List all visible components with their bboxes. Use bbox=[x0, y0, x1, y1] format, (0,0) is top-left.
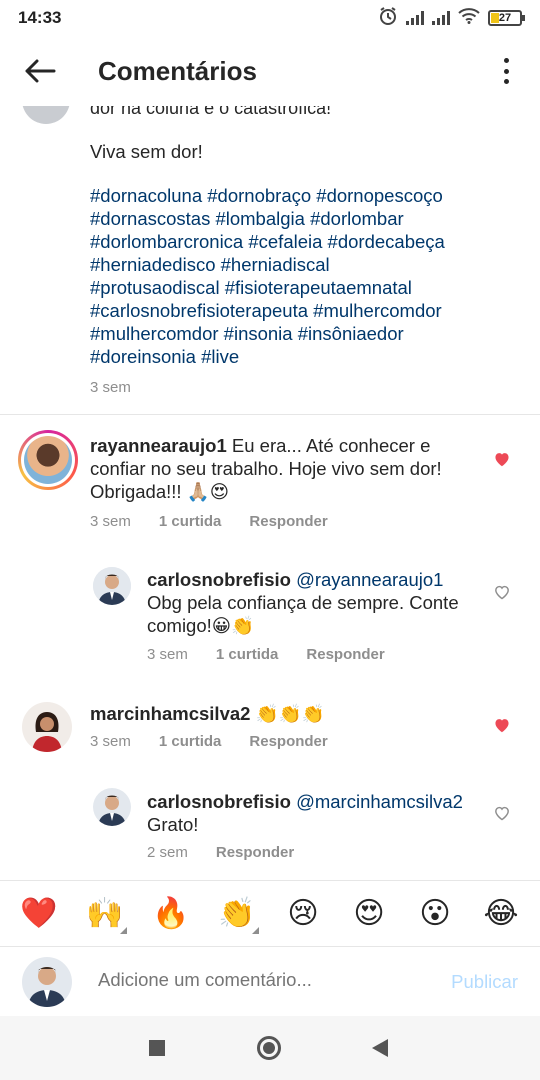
avatar[interactable] bbox=[22, 106, 70, 124]
heart-outline-icon[interactable] bbox=[493, 805, 511, 821]
status-icons: 27 bbox=[378, 6, 525, 31]
more-options-button[interactable] bbox=[502, 58, 510, 84]
comments-list[interactable]: dor na coluna é o catastrófica! Viva sem… bbox=[0, 106, 540, 880]
likes-count[interactable]: 1 curtida bbox=[216, 646, 279, 663]
comment-text-line: Obg pela confiança de sempre. Conte bbox=[147, 592, 459, 613]
emoji-heart-eyes[interactable]: 😍 bbox=[341, 886, 397, 942]
emoji-raising-hands[interactable]: 🙌 bbox=[77, 886, 133, 942]
comment-text-line: confiar no seu trabalho. Hoje vivo sem d… bbox=[90, 458, 442, 479]
emoji-crying[interactable]: 😢 bbox=[275, 886, 331, 942]
nav-back-button[interactable] bbox=[372, 1039, 388, 1057]
comment-username[interactable]: marcinhamcsilva2 bbox=[90, 703, 250, 724]
comment-meta: 3 sem 1 curtida Responder bbox=[147, 646, 385, 663]
reply-button[interactable]: Responder bbox=[249, 513, 327, 530]
comment-username[interactable]: carlosnobrefisio bbox=[147, 569, 291, 590]
comment-text-line: Grato! bbox=[147, 814, 199, 835]
wifi-icon bbox=[458, 7, 480, 29]
status-time: 14:33 bbox=[18, 8, 62, 27]
emoji-laughing[interactable]: 😂 bbox=[473, 886, 529, 942]
avatar-current-user bbox=[22, 957, 72, 1007]
emoji-clapping[interactable]: 👏 bbox=[209, 886, 265, 942]
mention-link[interactable]: @rayannearaujo1 bbox=[291, 569, 443, 590]
hashtag-line[interactable]: #herniadedisco #herniadiscal bbox=[90, 253, 510, 276]
hashtag-line[interactable]: #doreinsonia #live bbox=[90, 345, 510, 368]
arrow-left-icon bbox=[25, 59, 56, 83]
comment-text-line: 👏👏👏 bbox=[250, 703, 325, 724]
caption-cut-line: dor na coluna é o catastrófica! bbox=[90, 106, 332, 118]
emoji-clapping-glyph: 👏 bbox=[218, 896, 256, 931]
reply-body: carlosnobrefisio @rayannearaujo1 Obg pel… bbox=[147, 568, 487, 637]
comment-meta: 3 sem 1 curtida Responder bbox=[90, 513, 328, 530]
hashtag-list: #dornacoluna #dornobraço #dornopescoço #… bbox=[90, 184, 510, 368]
battery-level: 27 bbox=[498, 12, 512, 24]
timestamp: 3 sem bbox=[147, 646, 188, 663]
heart-outline-icon[interactable] bbox=[493, 584, 511, 600]
page-title: Comentários bbox=[98, 55, 257, 86]
publish-button[interactable]: Publicar bbox=[451, 971, 518, 993]
heart-filled-icon[interactable] bbox=[493, 717, 511, 733]
signal-icon bbox=[406, 11, 424, 25]
avatar-carlosnobrefisio[interactable] bbox=[93, 788, 131, 826]
timestamp: 3 sem bbox=[90, 513, 131, 530]
emoji-surprised[interactable]: 😮 bbox=[407, 886, 463, 942]
comment-username[interactable]: carlosnobrefisio bbox=[147, 791, 291, 812]
comment-text-line: comigo!😀👏 bbox=[147, 615, 255, 636]
comment-input[interactable] bbox=[98, 969, 418, 991]
emoji-fire[interactable]: 🔥 bbox=[143, 886, 199, 942]
likes-count[interactable]: 1 curtida bbox=[159, 513, 222, 530]
hashtag-line[interactable]: #dornascostas #lombalgia #dorlombar bbox=[90, 207, 510, 230]
home-button[interactable] bbox=[257, 1036, 281, 1060]
status-bar: 14:33 27 bbox=[0, 0, 540, 36]
timestamp: 3 sem bbox=[90, 733, 131, 750]
divider bbox=[0, 414, 540, 415]
heart-filled-icon[interactable] bbox=[493, 451, 511, 467]
signal-icon-2 bbox=[432, 11, 450, 25]
likes-count[interactable]: 1 curtida bbox=[159, 733, 222, 750]
timestamp: 2 sem bbox=[147, 844, 188, 861]
reply-button[interactable]: Responder bbox=[216, 844, 294, 861]
reply-button[interactable]: Responder bbox=[249, 733, 327, 750]
comment-text-line: Eu era... Até conhecer e bbox=[226, 435, 431, 456]
caption-text: Viva sem dor! bbox=[90, 141, 203, 162]
avatar-carlosnobrefisio[interactable] bbox=[93, 567, 131, 605]
comment-meta: 3 sem 1 curtida Responder bbox=[90, 733, 328, 750]
reply-button[interactable]: Responder bbox=[306, 646, 384, 663]
timestamp: 3 sem bbox=[90, 379, 131, 396]
emoji-raising-hands-glyph: 🙌 bbox=[86, 896, 124, 931]
avatar-rayannearaujo1[interactable] bbox=[18, 430, 78, 490]
hashtag-line[interactable]: #protusaodiscal #fisioterapeutaemnatal bbox=[90, 276, 510, 299]
mention-link[interactable]: @marcinhamcsilva2 bbox=[291, 791, 463, 812]
comment-input-bar: Publicar bbox=[0, 946, 540, 1016]
emoji-heart[interactable]: ❤️ bbox=[11, 886, 67, 942]
battery-icon: 27 bbox=[488, 10, 525, 26]
comment-username[interactable]: rayannearaujo1 bbox=[90, 435, 227, 456]
hashtag-line[interactable]: #mulhercomdor #insonia #insôniaedor bbox=[90, 322, 510, 345]
hashtag-line[interactable]: #carlosnobrefisioterapeuta #mulhercomdor bbox=[90, 299, 510, 322]
comment-body: marcinhamcsilva2 👏👏👏 bbox=[90, 702, 480, 725]
recents-button[interactable] bbox=[149, 1040, 165, 1056]
hashtag-line[interactable]: #dornacoluna #dornobraço #dornopescoço bbox=[90, 184, 510, 207]
comment-meta: 2 sem Responder bbox=[147, 844, 294, 861]
header: Comentários bbox=[0, 36, 540, 106]
emoji-quick-bar: ❤️ 🙌 🔥 👏 😢 😍 😮 😂 bbox=[0, 880, 540, 946]
alarm-icon bbox=[378, 6, 398, 31]
caption-meta: 3 sem bbox=[90, 379, 131, 396]
comment-body: rayannearaujo1 Eu era... Até conhecer e … bbox=[90, 434, 480, 503]
avatar-marcinhamcsilva2[interactable] bbox=[22, 702, 72, 752]
reply-body: carlosnobrefisio @marcinhamcsilva2 Grato… bbox=[147, 790, 487, 836]
comment-text-line: Obrigada!!! 🙏🏼😍 bbox=[90, 481, 229, 502]
hashtag-line[interactable]: #dorlombarcronica #cefaleia #dordecabeça bbox=[90, 230, 510, 253]
back-button[interactable] bbox=[0, 36, 80, 106]
system-nav-bar bbox=[0, 1016, 540, 1080]
